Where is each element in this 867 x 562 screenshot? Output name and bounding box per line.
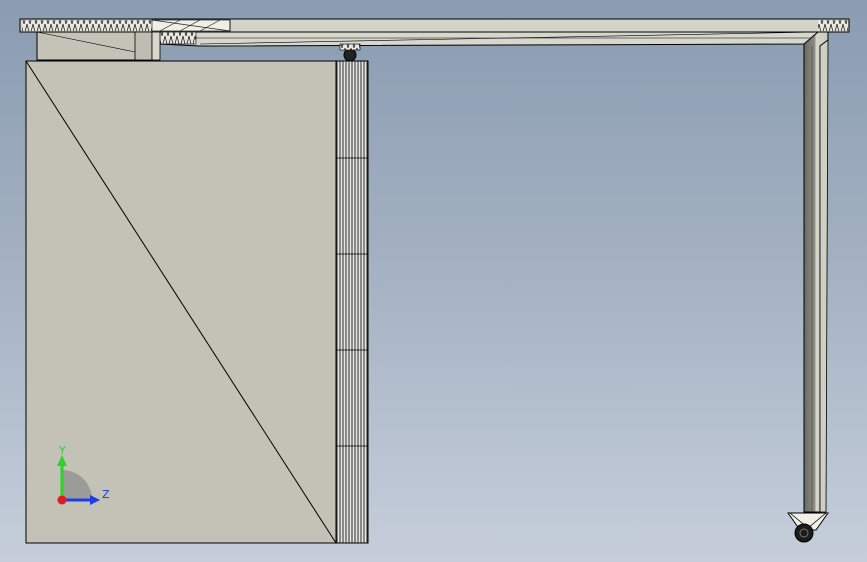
caster-wheel[interactable] (787, 512, 829, 543)
triad-plane-shading (62, 470, 92, 500)
z-axis-label: Z (102, 488, 110, 501)
y-axis-label: Y (58, 444, 66, 457)
cabinet-side-panel[interactable] (335, 60, 369, 544)
table-leg[interactable] (803, 31, 829, 513)
support-arm[interactable] (157, 31, 819, 47)
cad-model[interactable] (0, 0, 867, 562)
table-top[interactable] (19, 18, 850, 33)
cad-viewport[interactable]: Y Z (0, 0, 867, 562)
mounting-bracket[interactable] (36, 31, 161, 61)
x-axis-origin-icon (57, 495, 67, 505)
orientation-triad: Y Z (57, 444, 110, 505)
roller-joint[interactable] (339, 43, 361, 62)
z-axis-arrow-icon (90, 495, 100, 505)
